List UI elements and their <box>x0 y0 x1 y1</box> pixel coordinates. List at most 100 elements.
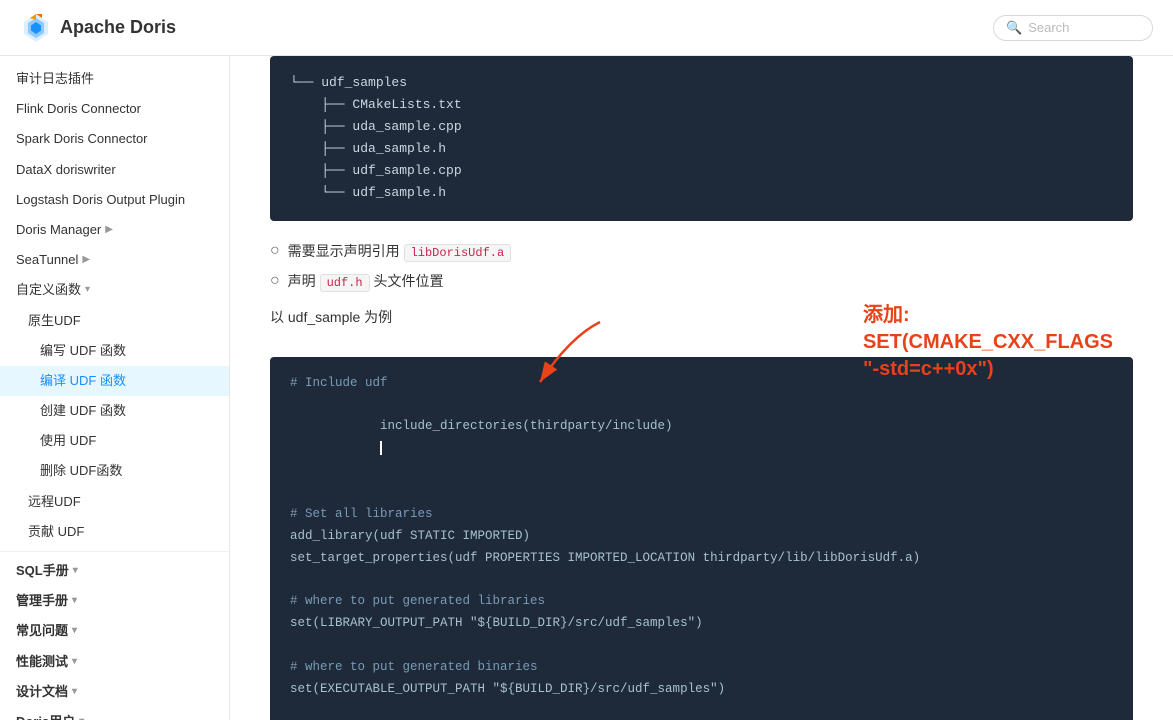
sidebar-label-doris-users: Doris用户 <box>16 713 75 720</box>
main-code-block: # Include udf include_directories(thirdp… <box>270 357 1133 720</box>
sidebar-label-perf: 性能测试 <box>16 653 68 671</box>
code-line-12 <box>290 701 1113 720</box>
sidebar-label-compile-udf: 编译 UDF 函数 <box>40 372 126 390</box>
sidebar-label-custom-func: 自定义函数 <box>16 281 81 299</box>
example-section: 以 udf_sample 为例 添加: SET(CMAKE_CXX_FLAGS … <box>270 307 1133 720</box>
sidebar-item-contribute-udf[interactable]: 贡献 UDF <box>0 517 229 547</box>
code-line-2 <box>290 482 1113 504</box>
sidebar-item-admin-manual[interactable]: 管理手册 ▾ <box>0 586 229 616</box>
bullet-0-before: 需要显示声明引用 <box>288 243 404 259</box>
sidebar-label-flink: Flink Doris Connector <box>16 100 141 118</box>
code-line-5: set_target_properties(udf PROPERTIES IMP… <box>290 548 1113 570</box>
site-title: Apache Doris <box>60 17 176 38</box>
sidebar-item-create-udf[interactable]: 创建 UDF 函数 <box>0 396 229 426</box>
sidebar-item-audit-log[interactable]: 审计日志插件 <box>0 64 229 94</box>
bullet-item-0: ○ 需要显示声明引用 libDorisUdf.a <box>270 241 1133 261</box>
bullet-dot-1: ○ <box>270 273 280 289</box>
sidebar-label-audit-log: 审计日志插件 <box>16 70 94 88</box>
file-tree-line-0: └── udf_samples <box>290 72 1113 94</box>
code-line-1: include_directories(thirdparty/include) <box>290 394 1113 482</box>
sidebar-label-create-udf: 创建 UDF 函数 <box>40 402 126 420</box>
arrow-icon-faq: ▾ <box>72 624 77 638</box>
arrow-icon-users: ▾ <box>79 715 84 720</box>
sidebar-label-sql-manual: SQL手册 <box>16 562 69 580</box>
sidebar-label-doris-manager: Doris Manager <box>16 221 101 239</box>
sidebar-label-delete-udf: 删除 UDF函数 <box>40 462 122 480</box>
sidebar-label-native-udf: 原生UDF <box>28 312 81 330</box>
code-line-4: add_library(udf STATIC IMPORTED) <box>290 526 1113 548</box>
sidebar-item-design-docs[interactable]: 设计文档 ▾ <box>0 677 229 707</box>
sidebar-label-datax: DataX doriswriter <box>16 161 116 179</box>
apache-doris-logo-icon <box>20 12 52 44</box>
sidebar-item-doris-users[interactable]: Doris用户 ▾ <box>0 707 229 720</box>
example-label: 以 udf_sample 为例 <box>270 307 1133 327</box>
sidebar-label-spark: Spark Doris Connector <box>16 130 148 148</box>
file-tree-line-1: ├── CMakeLists.txt <box>290 94 1113 116</box>
header: Apache Doris 🔍 Search <box>0 0 1173 56</box>
arrow-icon-doris-manager: ▶ <box>105 223 113 237</box>
arrow-icon-admin: ▾ <box>72 594 77 608</box>
code-line-9 <box>290 635 1113 657</box>
sidebar-item-seatunnel[interactable]: SeaTunnel ▶ <box>0 245 229 275</box>
file-tree-line-2: ├── uda_sample.cpp <box>290 116 1113 138</box>
arrow-icon-design: ▾ <box>72 685 77 699</box>
search-icon: 🔍 <box>1006 20 1022 36</box>
sidebar-item-spark-connector[interactable]: Spark Doris Connector <box>0 124 229 154</box>
code-line-8: set(LIBRARY_OUTPUT_PATH "${BUILD_DIR}/sr… <box>290 613 1113 635</box>
file-tree-line-5: └── udf_sample.h <box>290 182 1113 204</box>
arrow-icon-seatunnel: ▶ <box>82 253 90 267</box>
sidebar-item-doris-manager[interactable]: Doris Manager ▶ <box>0 215 229 245</box>
sidebar-item-datax[interactable]: DataX doriswriter <box>0 155 229 185</box>
code-line-11: set(EXECUTABLE_OUTPUT_PATH "${BUILD_DIR}… <box>290 679 1113 701</box>
sidebar-label-faq: 常见问题 <box>16 622 68 640</box>
sidebar-item-perf-test[interactable]: 性能测试 ▾ <box>0 647 229 677</box>
arrow-icon-custom-func: ▾ <box>85 283 90 297</box>
sidebar-label-remote-udf: 远程UDF <box>28 493 81 511</box>
bullet-dot-0: ○ <box>270 243 280 259</box>
sidebar-item-remote-udf[interactable]: 远程UDF <box>0 487 229 517</box>
annotation-line2: SET(CMAKE_CXX_FLAGS <box>863 329 1113 356</box>
sidebar-item-flink-connector[interactable]: Flink Doris Connector <box>0 94 229 124</box>
file-tree-line-4: ├── udf_sample.cpp <box>290 160 1113 182</box>
sidebar-label-seatunnel: SeaTunnel <box>16 251 78 269</box>
sidebar-item-custom-func[interactable]: 自定义函数 ▾ <box>0 275 229 305</box>
sidebar-item-write-udf[interactable]: 编写 UDF 函数 <box>0 336 229 366</box>
bullet-item-1: ○ 声明 udf.h 头文件位置 <box>270 271 1133 291</box>
sidebar-label-design: 设计文档 <box>16 683 68 701</box>
sidebar-item-native-udf[interactable]: 原生UDF <box>0 306 229 336</box>
bullet-1-code: udf.h <box>320 274 370 292</box>
content-area: └── udf_samples ├── CMakeLists.txt ├── u… <box>230 56 1173 720</box>
sidebar-label-admin-manual: 管理手册 <box>16 592 68 610</box>
sidebar-item-faq[interactable]: 常见问题 ▾ <box>0 616 229 646</box>
bullet-list: ○ 需要显示声明引用 libDorisUdf.a ○ 声明 udf.h 头文件位… <box>270 241 1133 291</box>
arrow-icon-perf: ▾ <box>72 655 77 669</box>
arrow-icon-sql: ▾ <box>73 564 78 578</box>
code-line-6 <box>290 569 1113 591</box>
file-tree-code-block: └── udf_samples ├── CMakeLists.txt ├── u… <box>270 56 1133 221</box>
main-layout: 审计日志插件 Flink Doris Connector Spark Doris… <box>0 56 1173 720</box>
sidebar-item-sql-manual[interactable]: SQL手册 ▾ <box>0 556 229 586</box>
sidebar-label-write-udf: 编写 UDF 函数 <box>40 342 126 360</box>
sidebar-label-logstash: Logstash Doris Output Plugin <box>16 191 185 209</box>
bullet-text-0: 需要显示声明引用 libDorisUdf.a <box>288 241 512 261</box>
code-line-3: # Set all libraries <box>290 504 1113 526</box>
bullet-0-code: libDorisUdf.a <box>404 244 512 262</box>
bullet-1-after: 头文件位置 <box>370 273 444 289</box>
cursor <box>380 441 382 455</box>
code-text-1: include_directories(thirdparty/include) <box>380 419 673 433</box>
code-line-0: # Include udf <box>290 373 1113 395</box>
logo-area: Apache Doris <box>20 12 176 44</box>
sidebar-item-logstash[interactable]: Logstash Doris Output Plugin <box>0 185 229 215</box>
file-tree-line-3: ├── uda_sample.h <box>290 138 1113 160</box>
search-box[interactable]: 🔍 Search <box>993 15 1153 41</box>
code-line-10: # where to put generated binaries <box>290 657 1113 679</box>
sidebar-item-delete-udf[interactable]: 删除 UDF函数 <box>0 456 229 486</box>
bullet-1-before: 声明 <box>288 273 320 289</box>
code-line-7: # where to put generated libraries <box>290 591 1113 613</box>
sidebar-item-compile-udf[interactable]: 编译 UDF 函数 <box>0 366 229 396</box>
code-wrapper: 添加: SET(CMAKE_CXX_FLAGS "-std=c++0x") <box>270 357 1133 720</box>
sidebar-item-use-udf[interactable]: 使用 UDF <box>0 426 229 456</box>
search-placeholder: Search <box>1028 20 1069 35</box>
sidebar: 审计日志插件 Flink Doris Connector Spark Doris… <box>0 56 230 720</box>
sidebar-divider-1 <box>0 551 229 552</box>
